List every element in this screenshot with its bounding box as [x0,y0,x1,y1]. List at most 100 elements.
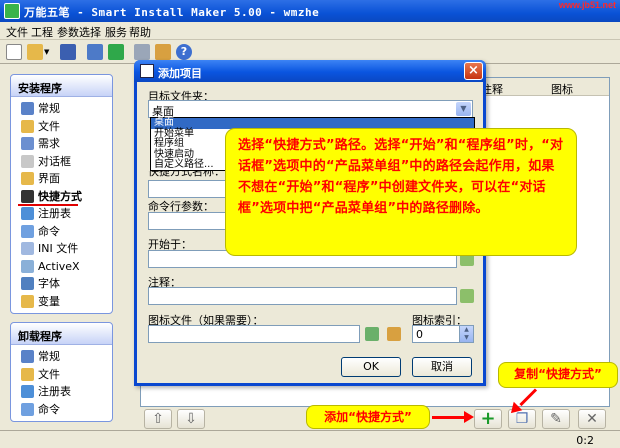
dialog-icon [21,154,34,168]
settings-icon [21,102,34,115]
uninstall-item[interactable]: 文件 [11,366,112,384]
command-icon [21,224,34,238]
edit-button[interactable]: ✎ [542,409,570,429]
uninstall-item-label: 注册表 [38,385,71,398]
install-item[interactable]: INI 文件 [11,240,112,258]
uninstall-item[interactable]: 常规 [11,348,112,366]
icon-index-spinner[interactable]: ▲ ▼ [459,325,474,343]
help-icon[interactable]: ? [176,44,192,60]
folder-icon [21,367,34,381]
ok-button[interactable]: OK [341,357,401,377]
instruction-callout: 选择“快捷方式”路径。选择“开始”和“程序组”时，“对话框”选项中的“产品菜单组… [225,128,577,256]
menu-service[interactable]: 服务 [105,24,127,40]
open-folder-icon[interactable] [27,44,43,60]
uninstall-item-label: 常规 [38,350,60,363]
home-icon[interactable] [155,44,171,60]
window-icon [21,172,34,185]
dialog-title: 添加项目 [158,67,202,80]
install-item-label: INI 文件 [38,242,79,255]
install-item-label: 界面 [38,172,60,185]
install-item[interactable]: ActiveX [11,258,112,276]
move-up-button[interactable]: ⇧ [144,409,172,429]
uninstall-item-label: 命令 [38,402,60,416]
move-down-button[interactable]: ⇩ [177,409,205,429]
chevron-down-icon[interactable]: ▼ [456,102,471,116]
install-item-label: 字体 [38,277,60,290]
comment-picker-icon[interactable] [460,289,474,303]
install-item-label: 需求 [38,137,60,150]
window-title: 万能五笔 - Smart Install Maker 5.00 - wmzhe [24,6,320,19]
install-item-label: 文件 [38,119,60,133]
icon-index-value: 0 [416,328,423,341]
build-icon[interactable] [87,44,103,60]
registry-icon [21,207,34,220]
active-underline [18,204,78,206]
dialog-close-button[interactable]: × [464,62,483,80]
install-item[interactable]: 对话框 [11,153,112,171]
folder-icon [21,119,34,133]
add-button[interactable]: + [474,409,502,429]
open-dropdown-icon[interactable]: ▼ [44,44,52,60]
add-arrow [432,416,466,419]
dialog-icon [140,64,154,78]
save-icon[interactable] [60,44,76,60]
install-item[interactable]: 注册表 [11,205,112,223]
document-icon [21,137,34,150]
icon-browse-icon[interactable] [387,327,401,341]
menu-project[interactable]: 工程 [31,24,53,40]
install-item[interactable]: 字体 [11,275,112,293]
menu-preferences[interactable]: 参数选择 [57,24,101,40]
activex-icon [21,259,34,273]
folder-select[interactable]: 桌面 ▼ [148,100,473,118]
command-icon [21,402,34,416]
dialog-title-bar: 添加项目 × [134,60,486,82]
install-item-label: 注册表 [38,207,71,220]
status-position: 0:2 [576,434,594,447]
cancel-button[interactable]: 取消 [412,357,472,377]
install-item[interactable]: 命令 [11,223,112,241]
run-icon[interactable] [108,44,124,60]
font-icon [21,277,34,290]
menu-help[interactable]: 帮助 [129,24,151,40]
uninstall-item-label: 文件 [38,367,60,381]
settings-icon [21,350,34,363]
install-item[interactable]: 界面 [11,170,112,188]
delete-button[interactable]: ✕ [578,409,606,429]
install-item[interactable]: 常规 [11,100,112,118]
install-item-label: 命令 [38,224,60,238]
icon-file-input[interactable] [148,325,360,343]
add-arrow-head [464,411,474,423]
install-item-label: ActiveX [38,259,80,273]
install-item-label: 对话框 [38,154,71,168]
install-item-label: 常规 [38,102,60,115]
column-icon[interactable]: 图标 [551,81,573,97]
ini-file-icon [21,242,34,255]
install-item[interactable]: 文件 [11,118,112,136]
settings-icon[interactable] [134,44,150,60]
uninstall-item[interactable]: 命令 [11,401,112,419]
menu-file[interactable]: 文件 [6,24,28,40]
new-file-icon[interactable] [6,44,22,60]
install-panel: 安装程序 常规文件需求对话框界面快捷方式 注册表命令 INI 文件 ActiveX 字体… [10,74,113,314]
menu-bar: 文件 工程 参数选择 服务 帮助 [0,22,620,40]
comment-input[interactable] [148,287,457,305]
copy-shortcut-tag: 复制“快捷方式” [498,362,618,388]
install-item[interactable]: 需求 [11,135,112,153]
install-item[interactable]: 变量 [11,293,112,311]
folder-option[interactable]: 桌面 [151,117,474,129]
shortcut-icon [21,189,34,203]
icon-index-input[interactable]: 0 [412,325,460,343]
variable-icon [21,294,34,308]
watermark: www.jb51.net [558,0,616,10]
title-bar: 万能五笔 - Smart Install Maker 5.00 - wmzhe … [0,0,620,22]
app-icon [4,3,20,19]
add-shortcut-tag: 添加“快捷方式” [306,405,430,429]
uninstall-item[interactable]: 注册表 [11,383,112,401]
uninstall-panel-title: 卸载程序 [11,323,112,345]
status-bar: 0:2 [0,430,620,448]
icon-preview-icon[interactable] [365,327,379,341]
install-panel-title: 安装程序 [11,75,112,97]
uninstall-panel: 卸载程序 常规文件注册表命令 [10,322,113,422]
install-item-label: 变量 [38,294,60,308]
install-item[interactable]: 快捷方式 [11,188,112,206]
